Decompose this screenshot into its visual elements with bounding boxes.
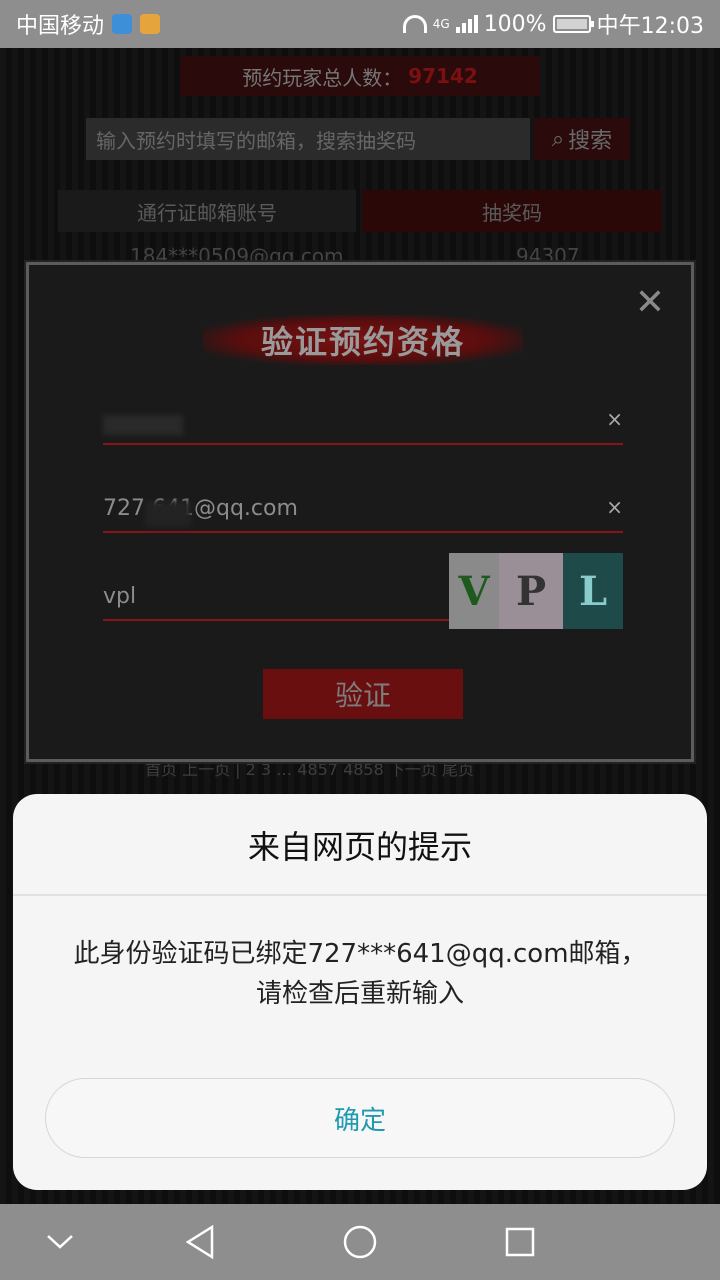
- wifi-icon: [402, 15, 427, 33]
- dialog-divider: [13, 894, 707, 896]
- email-field[interactable]: 727 641@qq.com ×: [103, 483, 623, 533]
- redacted-mask: [103, 415, 183, 435]
- clear-id-icon[interactable]: ×: [606, 407, 623, 431]
- search-icon: ⌕: [551, 126, 565, 152]
- search-button[interactable]: ⌕ 搜索: [534, 118, 630, 160]
- clear-email-icon[interactable]: ×: [606, 495, 623, 519]
- shield-app-icon: [112, 14, 133, 34]
- reserve-count: 97142: [408, 64, 478, 88]
- modal-title-banner: 验证预约资格: [203, 315, 523, 365]
- captcha-value: vpl: [103, 584, 137, 609]
- battery-percent: 100%: [483, 11, 547, 37]
- captcha-char: V: [449, 553, 499, 629]
- modal-title: 验证预约资格: [260, 323, 465, 361]
- ok-button[interactable]: 确定: [45, 1078, 675, 1158]
- alert-dialog: 来自网页的提示 此身份验证码已绑定727***641@qq.com邮箱， 请检查…: [13, 794, 707, 1190]
- column-header-code: 抽奖码: [362, 190, 662, 232]
- captcha-field[interactable]: vpl: [103, 571, 449, 621]
- dialog-message-line2: 请检查后重新输入: [255, 979, 464, 1009]
- search-input[interactable]: 输入预约时填写的邮箱，搜索抽奖码: [86, 118, 530, 160]
- back-icon[interactable]: [182, 1224, 218, 1260]
- dialog-message: 此身份验证码已绑定727***641@qq.com邮箱， 请检查后重新输入: [33, 934, 687, 1014]
- recents-icon[interactable]: [502, 1224, 538, 1260]
- redacted-mask: [145, 501, 191, 527]
- reserve-count-banner: 预约玩家总人数： 97142: [180, 56, 540, 96]
- captcha-image[interactable]: V P L: [449, 553, 623, 629]
- column-header-email: 通行证邮箱账号: [58, 190, 356, 232]
- captcha-char: L: [563, 553, 623, 629]
- battery-icon: [552, 15, 594, 33]
- dialog-message-line1: 此身份验证码已绑定727***641@qq.com邮箱，: [73, 939, 647, 969]
- dialog-title: 来自网页的提示: [247, 828, 472, 866]
- video-app-icon: [140, 14, 161, 34]
- signal-icon: [455, 15, 478, 33]
- captcha-char: P: [499, 553, 563, 629]
- network-type-label: 4G: [432, 17, 450, 31]
- clock: 中午12:03: [596, 14, 704, 39]
- verify-button[interactable]: 验证: [263, 669, 463, 719]
- email-value: 727 641@qq.com: [103, 496, 298, 521]
- verify-modal: ✕ 验证预约资格 × 727 641@qq.com × vpl V P L 验证: [26, 262, 694, 762]
- chevron-down-icon[interactable]: [42, 1224, 78, 1260]
- status-bar: 中国移动 4G 100% 中午12:03: [0, 0, 720, 48]
- reserve-label: 预约玩家总人数：: [242, 65, 403, 90]
- id-code-field[interactable]: ×: [103, 395, 623, 445]
- search-button-label: 搜索: [568, 129, 613, 154]
- carrier-label: 中国移动: [16, 14, 105, 39]
- navigation-bar: [0, 1204, 720, 1280]
- close-icon[interactable]: ✕: [635, 285, 665, 321]
- home-icon[interactable]: [342, 1224, 378, 1260]
